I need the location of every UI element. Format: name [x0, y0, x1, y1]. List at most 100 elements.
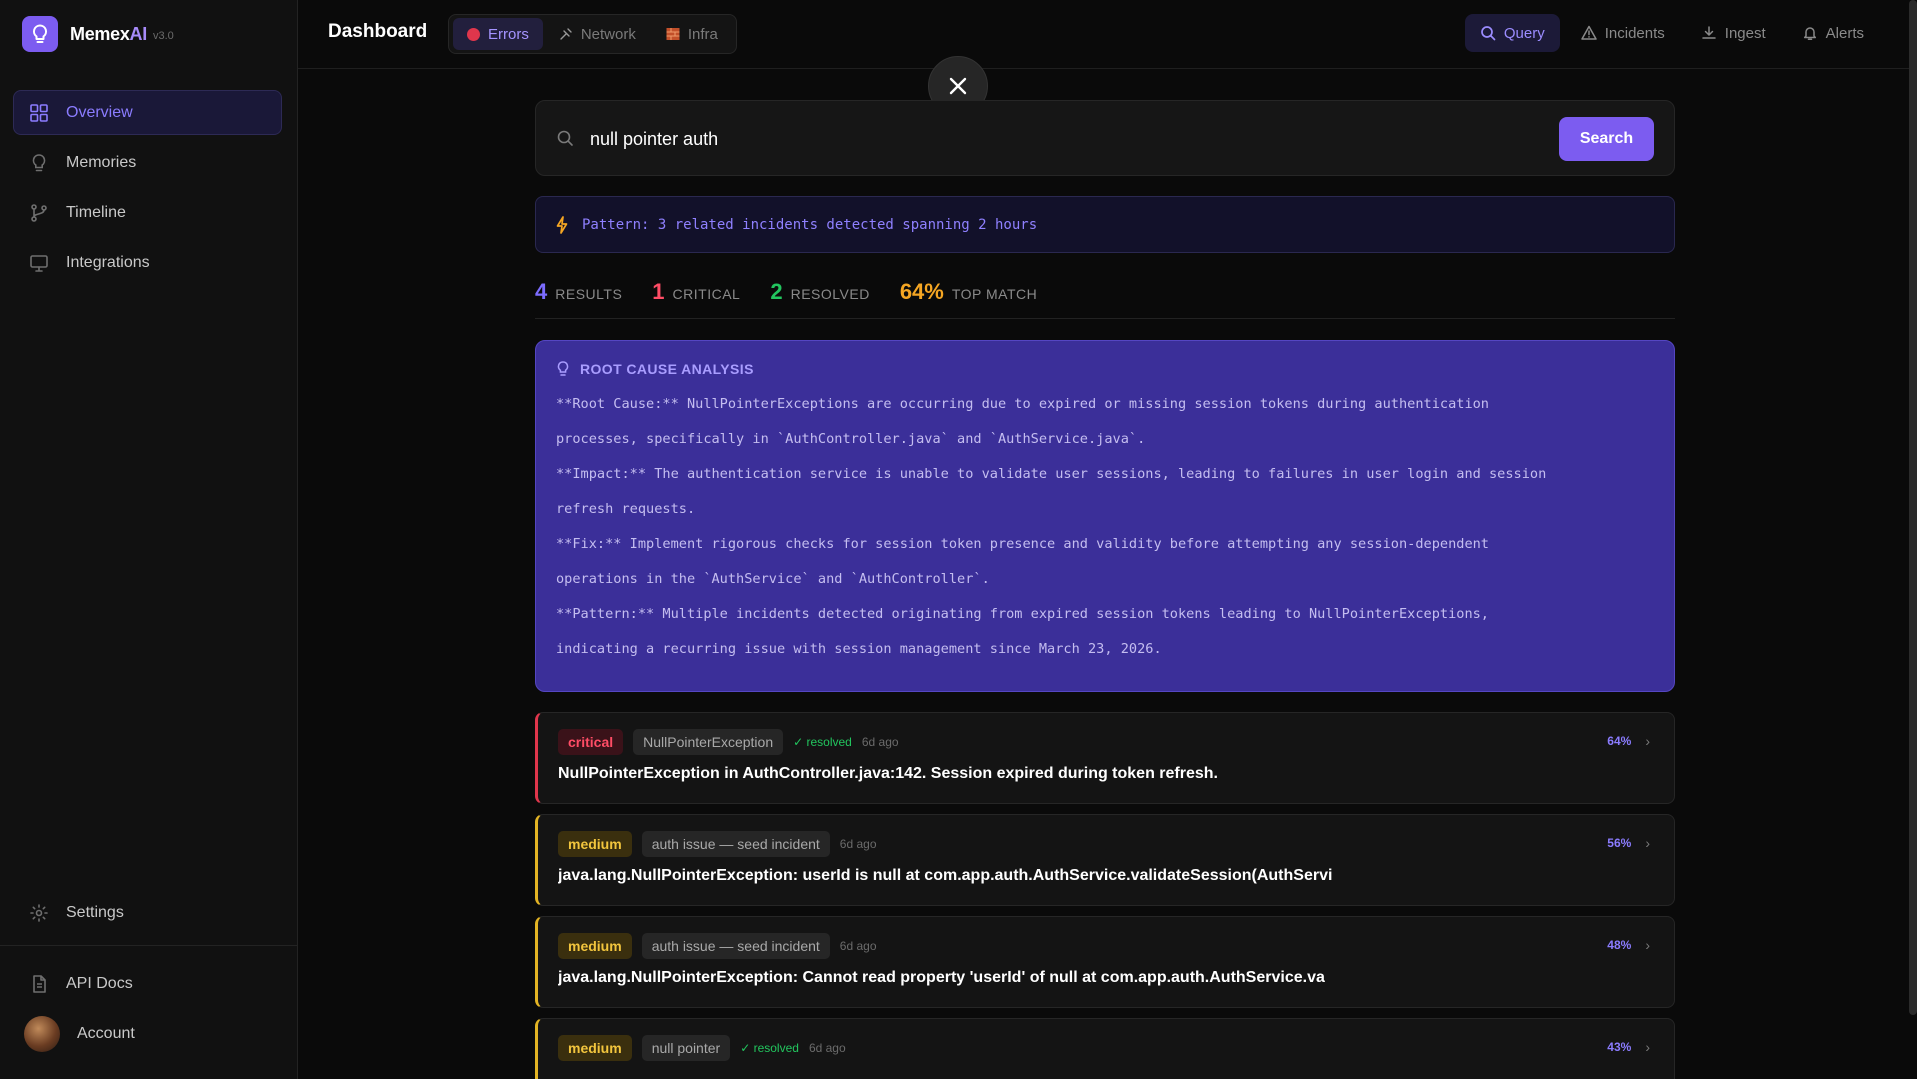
- tab-network[interactable]: Network: [545, 18, 650, 50]
- search-icon: [557, 130, 573, 146]
- stat-label: TOP MATCH: [951, 286, 1038, 302]
- results-list: critical NullPointerException ✓ resolved…: [535, 712, 1675, 1079]
- lightbulb-icon: [32, 153, 46, 171]
- sidebar-footer: API Docs Account: [13, 961, 282, 1061]
- sidebar-item-settings[interactable]: Settings: [13, 890, 282, 935]
- resolved-status: ✓ resolved: [793, 735, 852, 749]
- result-meta: medium auth issue — seed incident 6d ago: [558, 933, 1656, 959]
- match-score: 64% ›: [1607, 733, 1650, 749]
- result-meta: medium auth issue — seed incident 6d ago: [558, 831, 1656, 857]
- stat-label: RESULTS: [555, 286, 623, 302]
- header-actions: Query Incidents Ingest Alerts: [1464, 14, 1879, 52]
- action-label: Alerts: [1825, 24, 1864, 42]
- sidebar-item-label: Settings: [66, 903, 124, 921]
- search-bar: Search: [535, 100, 1675, 176]
- tab-errors[interactable]: Errors: [453, 18, 543, 50]
- page-title: Dashboard: [328, 21, 428, 42]
- sidebar: MemexAI v3.0 Overview Memories Timeline …: [0, 0, 298, 1079]
- brand-logo-icon: [22, 16, 58, 52]
- result-tag: null pointer: [641, 1035, 731, 1061]
- sidebar-item-label: API Docs: [66, 974, 133, 992]
- severity-badge: medium: [558, 831, 632, 857]
- source-segmented-control: Errors Network Infra: [448, 14, 737, 54]
- brand[interactable]: MemexAI v3.0: [22, 16, 174, 52]
- sidebar-nav: Overview Memories Timeline Integrations: [13, 90, 282, 290]
- result-card[interactable]: critical NullPointerException ✓ resolved…: [535, 712, 1675, 804]
- result-meta: medium null pointer ✓ resolved 6d ago: [558, 1035, 1656, 1061]
- stat-label: RESOLVED: [790, 286, 870, 302]
- sidebar-divider: [0, 945, 298, 946]
- rca-line: **Pattern:** Multiple incidents detected…: [556, 606, 1489, 622]
- bell-icon: [1803, 27, 1816, 40]
- sidebar-item-overview[interactable]: Overview: [13, 90, 282, 135]
- severity-badge: medium: [558, 1035, 632, 1061]
- stat-value: 1: [652, 279, 665, 304]
- match-score: 48% ›: [1607, 937, 1650, 953]
- close-icon: [949, 77, 967, 95]
- result-card[interactable]: medium auth issue — seed incident 6d ago…: [535, 916, 1675, 1008]
- brand-version: v3.0: [152, 30, 174, 42]
- sidebar-item-account[interactable]: Account: [13, 1011, 282, 1056]
- chevron-right-icon: ›: [1645, 733, 1650, 749]
- result-timestamp: 6d ago: [808, 1041, 846, 1055]
- sidebar-item-label: Account: [77, 1024, 135, 1042]
- result-meta: critical NullPointerException ✓ resolved…: [558, 729, 1656, 755]
- tab-label: Infra: [687, 25, 718, 43]
- match-score: 43% ›: [1607, 1039, 1650, 1055]
- document-icon: [33, 974, 46, 993]
- result-card[interactable]: medium auth issue — seed incident 6d ago…: [535, 814, 1675, 906]
- rca-line: refresh requests.: [556, 501, 696, 517]
- result-timestamp: 6d ago: [839, 837, 877, 851]
- severity-badge: medium: [558, 933, 632, 959]
- result-message: java.lang.NullPointerException: userId i…: [558, 867, 1333, 884]
- result-tag: NullPointerException: [633, 729, 784, 755]
- chevron-right-icon: ›: [1645, 835, 1650, 851]
- action-label: Query: [1503, 24, 1545, 42]
- query-button[interactable]: Query: [1464, 14, 1560, 52]
- sidebar-item-label: Memories: [66, 153, 137, 171]
- sidebar-item-memories[interactable]: Memories: [13, 140, 282, 185]
- rca-line: **Fix:** Implement rigorous checks for s…: [556, 536, 1489, 552]
- git-branch-icon: [31, 203, 47, 222]
- tab-infra[interactable]: Infra: [652, 18, 732, 50]
- sidebar-item-timeline[interactable]: Timeline: [13, 190, 282, 235]
- score-value: 56%: [1607, 836, 1632, 850]
- action-label: Incidents: [1604, 24, 1665, 42]
- stat-value: 4: [535, 279, 548, 304]
- monitor-icon: [30, 254, 48, 272]
- rca-line: **Impact:** The authentication service i…: [556, 466, 1547, 482]
- resolved-status: ✓ resolved: [740, 1041, 799, 1055]
- ingest-button[interactable]: Ingest: [1686, 14, 1781, 52]
- sidebar-settings-group: Settings: [13, 890, 282, 940]
- download-icon: [1702, 26, 1716, 39]
- sidebar-item-integrations[interactable]: Integrations: [13, 240, 282, 285]
- pattern-text: Pattern: 3 related incidents detected sp…: [582, 216, 1038, 233]
- search-input[interactable]: [590, 121, 1530, 157]
- lightning-icon: [556, 215, 568, 234]
- rca-title: ROOT CAUSE ANALYSIS: [580, 361, 754, 377]
- sidebar-item-label: Integrations: [66, 253, 150, 271]
- match-score: 56% ›: [1607, 835, 1650, 851]
- brand-name: MemexAI: [70, 23, 147, 44]
- root-cause-analysis-panel: ROOT CAUSE ANALYSIS **Root Cause:** Null…: [535, 340, 1675, 692]
- stats-row: 4 RESULTS 1 CRITICAL 2 RESOLVED 64% TOP …: [535, 279, 1675, 319]
- stat-top-match: 64% TOP MATCH: [900, 279, 1037, 305]
- rca-line: **Root Cause:** NullPointerExceptions ar…: [556, 396, 1489, 412]
- result-tag: auth issue — seed incident: [641, 933, 830, 959]
- alerts-button[interactable]: Alerts: [1787, 14, 1879, 52]
- chevron-right-icon: ›: [1645, 937, 1650, 953]
- gear-icon: [30, 903, 48, 922]
- sidebar-item-label: Overview: [66, 103, 133, 121]
- action-label: Ingest: [1724, 24, 1766, 42]
- page-scrollbar[interactable]: [1909, 0, 1917, 1015]
- score-value: 64%: [1607, 734, 1632, 748]
- sidebar-item-api-docs[interactable]: API Docs: [13, 961, 282, 1006]
- tab-label: Network: [580, 25, 636, 43]
- rca-line: operations in the `AuthService` and `Aut…: [556, 571, 990, 587]
- incidents-button[interactable]: Incidents: [1566, 14, 1680, 52]
- severity-badge: critical: [558, 729, 624, 755]
- search-button[interactable]: Search: [1559, 117, 1654, 161]
- result-timestamp: 6d ago: [839, 939, 877, 953]
- stat-results: 4 RESULTS: [535, 279, 622, 305]
- result-card[interactable]: medium null pointer ✓ resolved 6d ago 43…: [535, 1018, 1675, 1079]
